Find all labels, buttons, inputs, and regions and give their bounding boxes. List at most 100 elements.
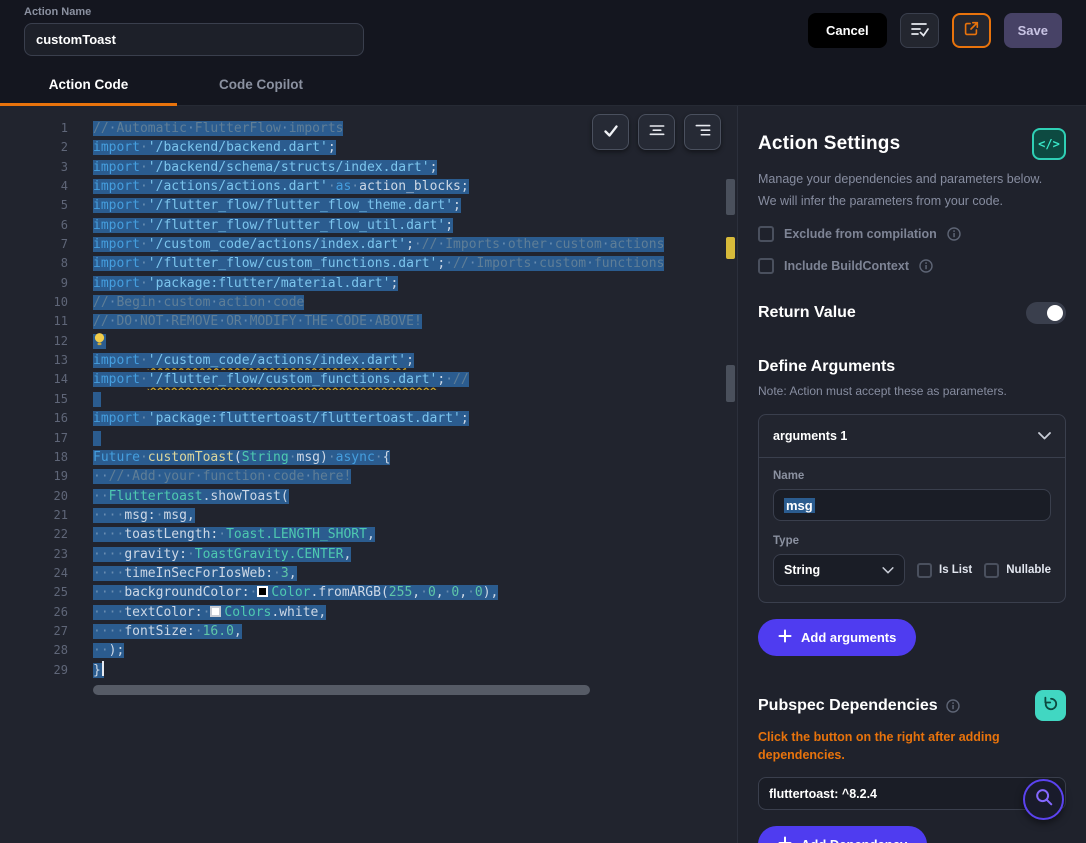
refresh-dependencies-button[interactable] [1035,690,1066,721]
action-settings-panel: Action Settings </> Manage your dependen… [737,106,1086,843]
code-line[interactable]: 24····timeInSecForIosWeb:·3, [0,564,737,583]
argument-name-input[interactable]: msg [773,489,1051,521]
tab-code-copilot[interactable]: Code Copilot [177,65,345,105]
include-buildcontext-label: Include BuildContext [784,259,909,273]
main-content: 1//·Automatic·FlutterFlow·imports2import… [0,106,1086,843]
code-line[interactable]: 26····textColor:·Colors.white, [0,603,737,622]
code-icon: </> [1038,137,1060,151]
define-arguments-title: Define Arguments [758,358,1066,376]
line-number: 11 [0,312,93,331]
define-arguments-note: Note: Action must accept these as parame… [758,384,1066,398]
code-line[interactable]: 25····backgroundColor:·Color.fromARGB(25… [0,583,737,602]
code-line[interactable]: 7import·'/custom_code/actions/index.dart… [0,235,737,254]
action-name-input[interactable] [24,23,364,56]
plus-icon [778,836,792,843]
line-number: 28 [0,641,93,660]
text-cursor [102,661,104,676]
argument-group-header[interactable]: arguments 1 [759,415,1065,458]
code-line[interactable]: 15 [0,390,737,409]
format-center-button[interactable] [638,114,675,150]
code-line[interactable]: 18Future·customToast(String·msg)·async·{ [0,448,737,467]
lint-check-icon [909,19,929,42]
code-line[interactable]: 11//·DO·NOT·REMOVE·OR·MODIFY·THE·CODE·AB… [0,312,737,331]
cancel-button[interactable]: Cancel [808,13,887,48]
code-line[interactable]: 13import·'/custom_code/actions/index.dar… [0,351,737,370]
line-number: 24 [0,564,93,583]
add-arguments-label: Add arguments [801,630,896,645]
add-dependency-button[interactable]: Add Dependency [758,826,927,843]
check-icon [601,121,621,144]
info-icon[interactable] [919,259,933,273]
nullable-label: Nullable [1006,564,1051,576]
code-line[interactable]: 29} [0,661,737,680]
code-editor[interactable]: 1//·Automatic·FlutterFlow·imports2import… [0,106,737,843]
line-number: 3 [0,158,93,177]
code-line[interactable]: 3import·'/backend/schema/structs/index.d… [0,158,737,177]
line-number: 25 [0,583,93,602]
code-line[interactable]: 28··); [0,641,737,660]
line-number: 15 [0,390,93,409]
line-number: 9 [0,274,93,293]
line-number: 14 [0,370,93,389]
save-button[interactable]: Save [1004,13,1062,48]
code-line[interactable]: 27····fontSize:·16.0, [0,622,737,641]
code-line[interactable]: 8import·'/flutter_flow/custom_functions.… [0,254,737,273]
plus-icon [778,629,792,646]
line-number: 26 [0,603,93,622]
return-value-label: Return Value [758,304,856,322]
code-line[interactable]: 5import·'/flutter_flow/flutter_flow_them… [0,196,737,215]
line-number: 5 [0,196,93,215]
toggle-knob [1047,305,1063,321]
exclude-compilation-checkbox[interactable] [758,226,774,242]
code-line[interactable]: 9import·'package:flutter/material.dart'; [0,274,737,293]
info-icon[interactable] [947,227,961,241]
add-dependency-label: Add Dependency [801,837,907,843]
type-select-value: String [784,563,820,577]
is-list-checkbox[interactable] [917,563,932,578]
code-line[interactable]: 22····toastLength:·Toast.LENGTH_SHORT, [0,525,737,544]
code-line[interactable]: 10//·Begin·custom·action·code [0,293,737,312]
vertical-scrollbar-thumb[interactable] [726,179,735,215]
top-bar-actions: Cancel Save [808,0,1062,48]
format-indent-button[interactable] [684,114,721,150]
view-code-button[interactable]: </> [1032,128,1066,160]
include-buildcontext-checkbox[interactable] [758,258,774,274]
panel-title: Action Settings [758,133,900,155]
code-line[interactable]: 6import·'/flutter_flow/flutter_flow_util… [0,216,737,235]
dependency-input[interactable]: fluttertoast: ^8.2.4 [758,777,1066,810]
chevron-down-icon [882,563,894,577]
return-value-toggle[interactable] [1026,302,1066,324]
lint-check-button[interactable] [900,13,939,48]
code-line[interactable]: 17 [0,429,737,448]
add-arguments-button[interactable]: Add arguments [758,619,916,656]
apply-check-button[interactable] [592,114,629,150]
lightbulb-icon[interactable] [93,334,106,349]
line-number: 18 [0,448,93,467]
horizontal-scrollbar[interactable] [93,685,590,695]
argument-group-label: arguments 1 [773,429,847,443]
is-list-label: Is List [939,564,972,576]
line-number: 22 [0,525,93,544]
line-number: 13 [0,351,93,370]
nullable-checkbox[interactable] [984,563,999,578]
code-line[interactable]: 20··Fluttertoast.showToast( [0,487,737,506]
code-line[interactable]: 14import·'/flutter_flow/custom_functions… [0,370,737,389]
code-line[interactable]: 16import·'package:fluttertoast/flutterto… [0,409,737,428]
search-fab-button[interactable] [1023,779,1064,820]
code-line[interactable]: 19··//·Add·your·function·code·here! [0,467,737,486]
code-line[interactable]: 4import·'/actions/actions.dart'·as·actio… [0,177,737,196]
vertical-scrollbar-thumb-2[interactable] [726,365,735,402]
color-swatch [210,606,221,617]
code-line[interactable]: 12 [0,332,737,351]
tab-action-code[interactable]: Action Code [0,65,177,105]
code-line[interactable]: 21····msg:·msg, [0,506,737,525]
chevron-down-icon [1038,429,1051,443]
action-name-field: Action Name [24,0,364,56]
type-select[interactable]: String [773,554,905,586]
code-line[interactable]: 23····gravity:·ToastGravity.CENTER, [0,545,737,564]
open-in-new-button[interactable] [952,13,991,48]
info-icon[interactable] [946,699,960,713]
color-swatch [257,586,268,597]
line-number: 16 [0,409,93,428]
top-bar: Action Name Cancel Save [0,0,1086,65]
